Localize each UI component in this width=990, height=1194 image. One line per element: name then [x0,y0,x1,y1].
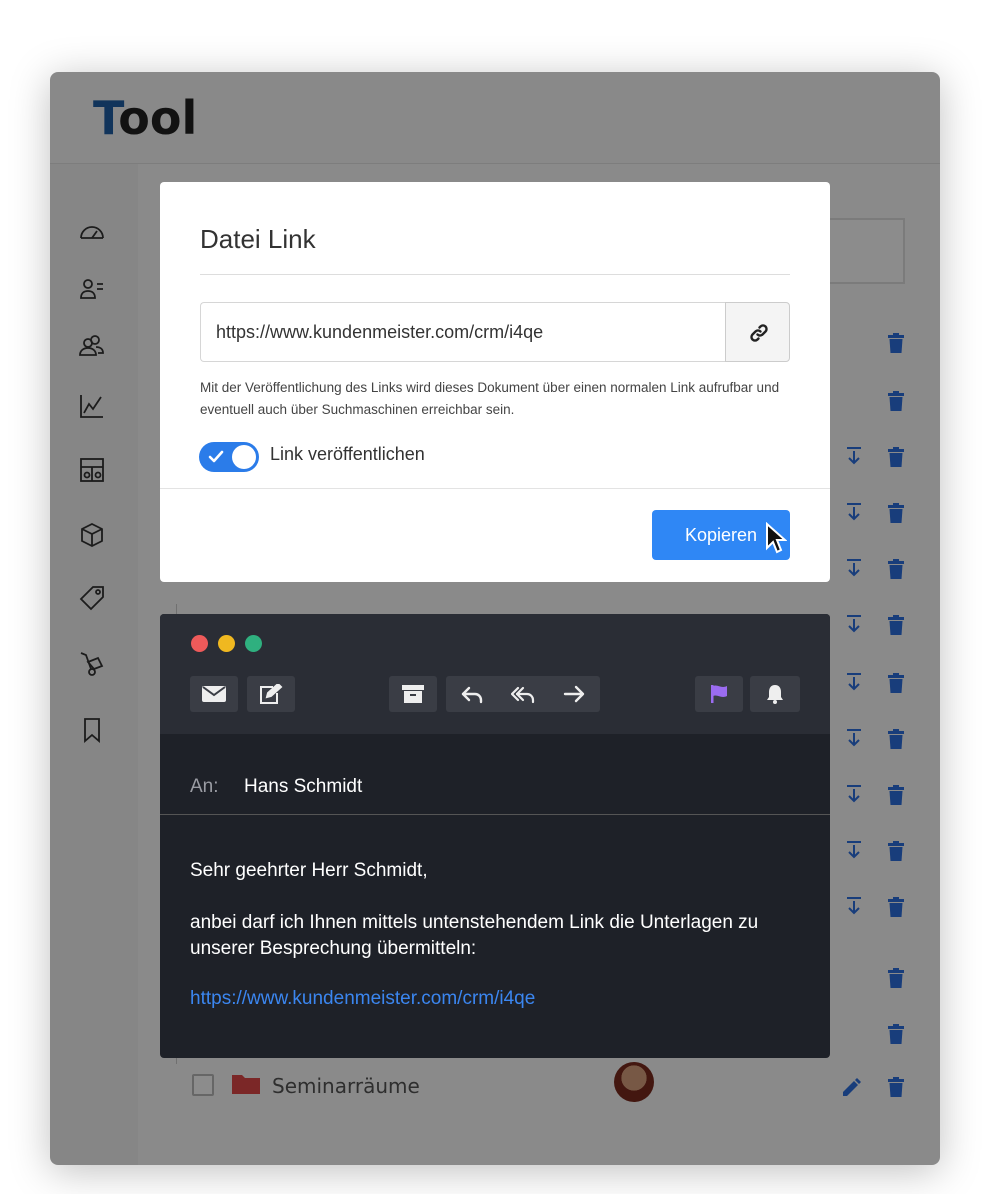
mail-toolbar [160,614,830,734]
close-dot[interactable] [191,635,208,652]
bell-icon [767,685,783,704]
publish-hint: Mit der Veröffentlichung des Links wird … [200,380,780,417]
archive-icon [402,685,424,703]
reply-icon[interactable] [460,684,484,704]
link-url-field[interactable]: https://www.kundenmeister.com/crm/i4qe [200,302,726,362]
divider [160,814,830,815]
mouse-cursor-icon [766,522,787,554]
link-icon [750,324,768,342]
check-icon [208,450,224,463]
dialog-title: Datei Link [200,224,316,254]
publish-toggle[interactable] [199,442,259,472]
compose-button[interactable] [247,676,295,712]
link-button[interactable] [725,302,790,362]
toggle-knob [232,445,256,469]
recipient-name[interactable]: Hans Schmidt [244,776,362,798]
mail-button[interactable] [190,676,238,712]
footer-divider [160,488,830,489]
mail-body: anbei darf ich Ihnen mittels untenstehen… [190,912,759,959]
divider [200,274,790,275]
reply-all-icon[interactable] [511,684,535,704]
maximize-dot[interactable] [245,635,262,652]
notification-button[interactable] [750,676,800,712]
mail-compose-window: An: Hans Schmidt Sehr geehrter Herr Schm… [160,614,830,1058]
archive-button[interactable] [389,676,437,712]
compose-icon [260,684,283,704]
reply-group [446,676,600,712]
toggle-label: Link veröffentlichen [270,444,425,464]
mail-link[interactable]: https://www.kundenmeister.com/crm/i4qe [190,988,535,1010]
flag-button[interactable] [695,676,743,712]
flag-icon [711,685,727,703]
file-link-dialog: Datei Link https://www.kundenmeister.com… [160,182,830,582]
forward-icon[interactable] [562,684,586,704]
envelope-icon [202,686,226,702]
mail-greeting: Sehr geehrter Herr Schmidt, [190,860,428,881]
minimize-dot[interactable] [218,635,235,652]
recipient-label: An: [190,776,219,797]
